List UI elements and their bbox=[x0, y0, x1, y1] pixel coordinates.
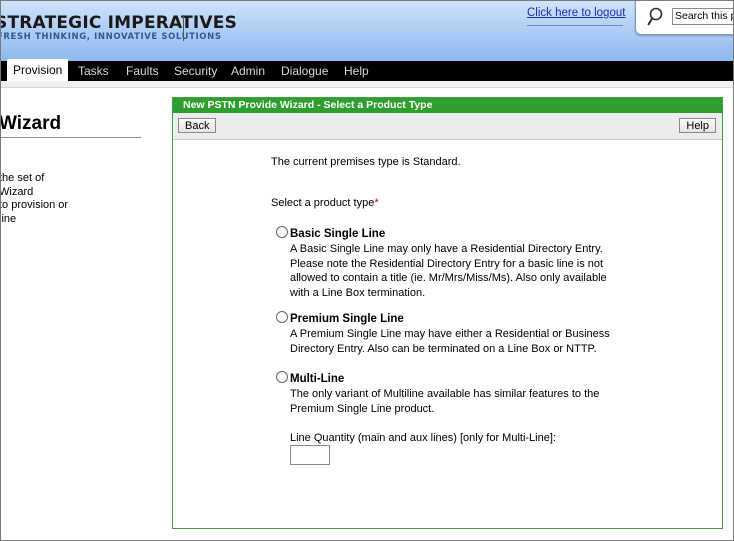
description-line: A Basic Single Line may only have a Resi… bbox=[290, 243, 603, 255]
brand-tagline: FRESH THINKING, INNOVATIVE SOLUTIONS bbox=[0, 32, 222, 42]
line-quantity-label: Line Quantity (main and aux lines) [only… bbox=[290, 432, 556, 444]
nav-item-faults[interactable]: Faults bbox=[126, 61, 159, 81]
description-line: with a Line Box termination. bbox=[290, 286, 426, 299]
wizard-toolbar: Back Help bbox=[173, 113, 722, 140]
radio-premium-single-line[interactable] bbox=[276, 311, 288, 323]
description-line: A Premium Single Line may have either a … bbox=[290, 328, 610, 340]
brand-title: STRATEGIC IMPERATIVES bbox=[0, 13, 238, 33]
option-label-basic-single-line[interactable]: Basic Single Line bbox=[290, 228, 385, 240]
logout-divider bbox=[527, 25, 623, 26]
back-button[interactable]: Back bbox=[178, 118, 217, 133]
nav-item-dialogue[interactable]: Dialogue bbox=[281, 61, 328, 81]
select-product-prompt-text: Select a product type bbox=[271, 197, 375, 209]
nav-item-security[interactable]: Security bbox=[174, 61, 217, 81]
description-line: The only variant of Multiline available … bbox=[290, 388, 600, 400]
option-description-premium-single-line: A Premium Single Line may have either a … bbox=[290, 327, 630, 356]
nav-item-provision[interactable]: Provision bbox=[7, 59, 69, 81]
description-line: line bbox=[0, 212, 17, 225]
radio-multi-line[interactable] bbox=[276, 371, 288, 383]
description-line: allowed to contain a title (ie. Mr/Mrs/M… bbox=[290, 272, 607, 284]
search-input[interactable]: Search this portal bbox=[672, 8, 733, 25]
option-label-premium-single-line[interactable]: Premium Single Line bbox=[290, 313, 404, 325]
description-line: to provision or bbox=[0, 199, 69, 211]
nav-item-admin[interactable]: Admin bbox=[231, 61, 265, 81]
wizard-title: New PSTN Provide Wizard - Select a Produ… bbox=[173, 98, 722, 113]
nav-underline bbox=[1, 81, 733, 88]
page-title: Wizard bbox=[0, 113, 62, 134]
required-marker: * bbox=[374, 197, 379, 209]
wizard-panel: New PSTN Provide Wizard - Select a Produ… bbox=[172, 97, 723, 529]
app-window: STRATEGIC IMPERATIVES FRESH THINKING, IN… bbox=[0, 0, 734, 541]
title-divider bbox=[1, 137, 141, 138]
nav-item-tasks[interactable]: Tasks bbox=[78, 61, 109, 81]
search-icon[interactable] bbox=[647, 7, 663, 27]
description-line: Please note the Residential Directory En… bbox=[290, 257, 604, 270]
page-header: STRATEGIC IMPERATIVES FRESH THINKING, IN… bbox=[1, 1, 733, 61]
option-description-multi-line: The only variant of Multiline available … bbox=[290, 387, 630, 416]
page-description: the set of Wizard to provision or line bbox=[0, 172, 79, 226]
nav-item-help[interactable]: Help bbox=[344, 61, 369, 81]
description-line: Directory Entry. Also can be terminated … bbox=[290, 342, 597, 355]
logout-link[interactable]: Click here to logout bbox=[527, 7, 625, 19]
radio-basic-single-line[interactable] bbox=[276, 226, 288, 238]
option-description-basic-single-line: A Basic Single Line may only have a Resi… bbox=[290, 242, 630, 300]
description-line: Premium Single Line product. bbox=[290, 402, 435, 415]
description-line: the set of Wizard bbox=[0, 172, 45, 198]
help-button[interactable]: Help bbox=[679, 118, 716, 133]
select-product-prompt: Select a product type* bbox=[271, 197, 379, 211]
line-quantity-input[interactable] bbox=[290, 445, 330, 465]
brand-separator bbox=[183, 15, 184, 41]
premises-type-text: The current premises type is Standard. bbox=[271, 156, 461, 168]
option-label-multi-line[interactable]: Multi-Line bbox=[290, 373, 344, 385]
main-nav: Provision Tasks Faults Security Admin Di… bbox=[1, 59, 733, 81]
